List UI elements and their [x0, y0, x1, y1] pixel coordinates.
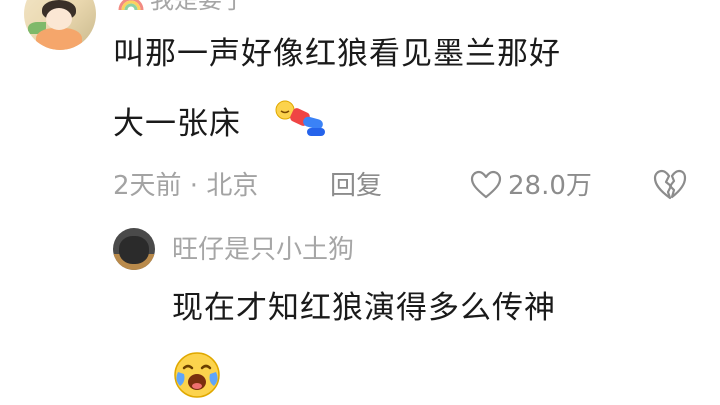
reply-button[interactable]: 回复: [330, 170, 382, 202]
broken-heart-icon[interactable]: [652, 168, 688, 202]
heart-outline-icon[interactable]: [470, 170, 502, 200]
reply-username[interactable]: 旺仔是只小土狗: [172, 234, 354, 266]
user-avatar[interactable]: [24, 0, 96, 50]
dog-avatar[interactable]: [113, 228, 155, 270]
crying-laughing-emoji: [174, 352, 220, 398]
reply-text: 现在才知红狼演得多么传神: [172, 290, 556, 326]
rainbow-icon: [118, 0, 144, 11]
comment-username[interactable]: 我是要了: [150, 0, 246, 14]
like-count: 28.0万: [508, 171, 592, 201]
comment-text-line: 大一张床: [113, 106, 241, 142]
comment-time-location: 2天前 · 北京: [113, 171, 259, 201]
comment-text-line: 叫那一声好像红狼看见墨兰那好: [113, 36, 561, 72]
falling-emoji-sticker: [275, 100, 325, 136]
